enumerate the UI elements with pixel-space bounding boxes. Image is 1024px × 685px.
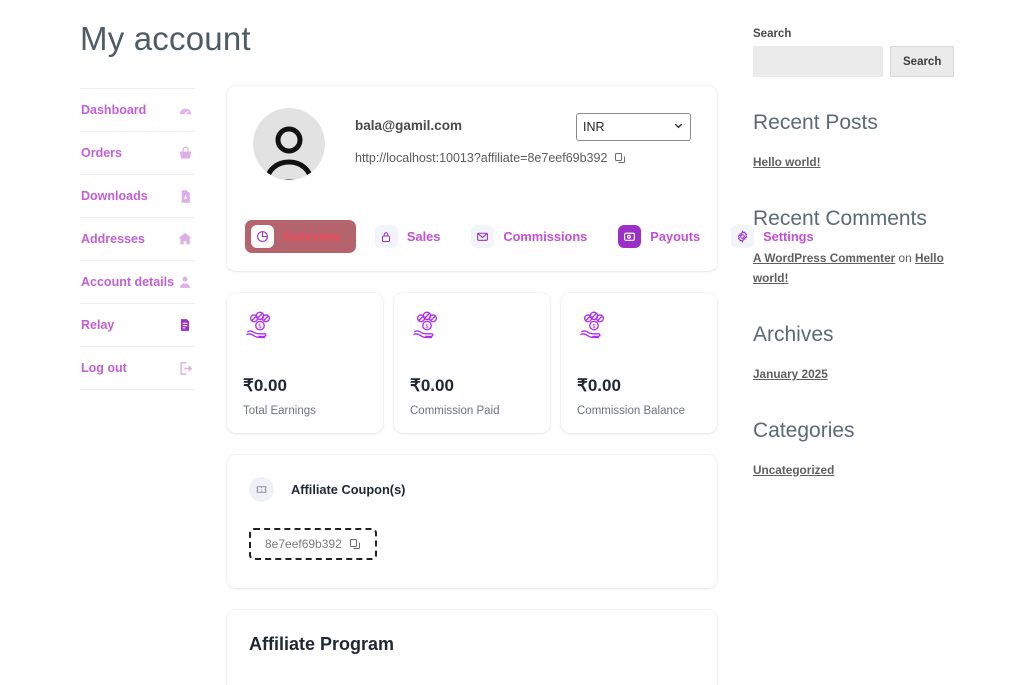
account-nav: Dashboard Orders Downloads Addresses Acc… — [80, 88, 195, 390]
stat-value: ₹0.00 — [410, 376, 454, 395]
sidebar-item-label: Orders — [81, 146, 122, 160]
tab-payouts[interactable]: Payouts — [612, 220, 712, 253]
hand-coins-icon: $ — [243, 309, 367, 348]
svg-text:$: $ — [258, 323, 262, 330]
affiliate-panel: bala@gamil.com http://localhost:10013?af… — [227, 86, 814, 685]
sidebar-item-account-details[interactable]: Account details — [80, 260, 195, 303]
sidebar-item-label: Account details — [81, 275, 175, 289]
coupon-code-chip[interactable]: 8e7eef69b392 — [249, 528, 377, 560]
coupon-header: Affiliate Coupon(s) — [249, 477, 695, 502]
category-link[interactable]: Uncategorized — [753, 463, 834, 477]
list-item: January 2025 — [753, 364, 953, 385]
search-input[interactable] — [753, 46, 883, 77]
sidebar-item-dashboard[interactable]: Dashboard — [80, 88, 195, 131]
sidebar-item-label: Downloads — [81, 189, 148, 203]
my-account-page: My account Dashboard Orders Downloads Ad… — [0, 0, 1024, 685]
svg-text:$: $ — [592, 323, 596, 330]
sidebar-item-downloads[interactable]: Downloads — [80, 174, 195, 217]
list-item: A WordPress Commenter on Hello world! — [753, 248, 953, 289]
currency-value: INR — [583, 120, 605, 134]
search-button[interactable]: Search — [890, 46, 955, 77]
stat-label: Total Earnings — [243, 405, 316, 417]
hand-coins-icon: $ — [577, 309, 701, 348]
document-icon — [177, 317, 193, 333]
tab-label: Payouts — [650, 229, 701, 244]
widget-categories: Categories Uncategorized — [753, 419, 953, 481]
program-title: Affiliate Program — [249, 634, 395, 654]
sidebar-widgets: Search Search Recent Posts Hello world! … — [753, 28, 955, 514]
sidebar-item-log-out[interactable]: Log out — [80, 346, 195, 390]
account-body: Dashboard Orders Downloads Addresses Acc… — [80, 86, 814, 685]
sidebar-item-label: Log out — [81, 361, 127, 375]
gauge-icon — [177, 102, 193, 118]
stat-value: ₹0.00 — [577, 376, 621, 395]
archives-title: Archives — [753, 322, 834, 346]
sidebar-item-addresses[interactable]: Addresses — [80, 217, 195, 260]
stat-card-total-earnings: $ ₹0.00 Total Earnings — [227, 293, 383, 433]
coupon-code: 8e7eef69b392 — [265, 537, 342, 551]
home-icon — [177, 231, 193, 247]
recent-post-link[interactable]: Hello world! — [753, 155, 821, 169]
coupon-icon — [249, 477, 274, 502]
affiliate-tabs: Overview Sales Commissions Payouts Setti… — [245, 220, 839, 253]
comment-on-word: on — [898, 250, 912, 265]
copy-icon[interactable] — [614, 152, 626, 164]
categories-title: Categories — [753, 418, 855, 442]
page-title: My account — [80, 20, 251, 57]
comment-author-link[interactable]: A WordPress Commenter — [753, 251, 895, 265]
recent-comments-title: Recent Comments — [753, 206, 927, 230]
coupon-title: Affiliate Coupon(s) — [291, 482, 406, 497]
tab-commissions[interactable]: Commissions — [465, 220, 599, 253]
widget-archives: Archives January 2025 — [753, 323, 953, 385]
archive-link[interactable]: January 2025 — [753, 367, 828, 381]
stat-value: ₹0.00 — [243, 376, 287, 395]
chevron-down-icon — [673, 120, 684, 134]
stat-label: Commission Balance — [577, 405, 686, 417]
sidebar-item-label: Addresses — [81, 232, 145, 246]
stat-cards: $ ₹0.00 Total Earnings $ ₹0.00 Commissio… — [227, 293, 717, 433]
pie-chart-icon — [251, 225, 274, 248]
sidebar-item-label: Dashboard — [81, 103, 147, 117]
envelope-icon — [471, 225, 495, 248]
wallet-icon — [618, 225, 642, 248]
widget-recent-posts: Recent Posts Hello world! — [753, 111, 953, 173]
stat-card-commission-balance: $ ₹0.00 Commission Balance — [561, 293, 717, 433]
affiliate-link[interactable]: http://localhost:10013?affiliate=8e7eef6… — [355, 151, 607, 165]
copy-icon[interactable] — [349, 538, 361, 550]
list-item: Hello world! — [753, 152, 953, 173]
avatar-placeholder-icon — [264, 126, 314, 180]
tab-label: Sales — [406, 229, 441, 244]
file-download-icon — [177, 188, 193, 204]
tab-label: Commissions — [503, 229, 588, 244]
sidebar-item-label: Relay — [81, 318, 115, 332]
sidebar-item-orders[interactable]: Orders — [80, 131, 195, 174]
logout-icon — [177, 360, 193, 376]
stat-label: Commission Paid — [410, 405, 500, 417]
profile-card: bala@gamil.com http://localhost:10013?af… — [227, 86, 814, 271]
avatar — [253, 108, 325, 180]
tab-label: Overview — [283, 229, 340, 244]
widget-recent-comments: Recent Comments A WordPress Commenter on… — [753, 207, 953, 289]
tab-sales[interactable]: Sales — [369, 220, 452, 253]
svg-text:$: $ — [425, 323, 429, 330]
tab-overview[interactable]: Overview — [245, 220, 356, 253]
stat-card-commission-paid: $ ₹0.00 Commission Paid — [394, 293, 550, 433]
account-column: My account Dashboard Orders Downloads Ad… — [80, 20, 814, 685]
user-icon — [177, 274, 193, 290]
recent-posts-title: Recent Posts — [753, 111, 878, 134]
affiliate-program-card: Affiliate Program Balaji — [227, 610, 717, 685]
list-item: Uncategorized — [753, 460, 953, 481]
search-row: Search — [753, 46, 955, 77]
currency-select[interactable]: INR — [576, 113, 691, 141]
sidebar-item-relay[interactable]: Relay — [80, 303, 195, 346]
lock-icon — [374, 225, 398, 248]
hand-coins-icon: $ — [410, 309, 534, 348]
search-label: Search — [753, 28, 792, 40]
gear-icon — [731, 225, 755, 248]
affiliate-coupons-card: Affiliate Coupon(s) 8e7eef69b392 — [227, 455, 717, 588]
affiliate-link-row: http://localhost:10013?affiliate=8e7eef6… — [355, 151, 695, 165]
widget-search: Search Search — [753, 28, 955, 77]
basket-icon — [177, 145, 193, 161]
